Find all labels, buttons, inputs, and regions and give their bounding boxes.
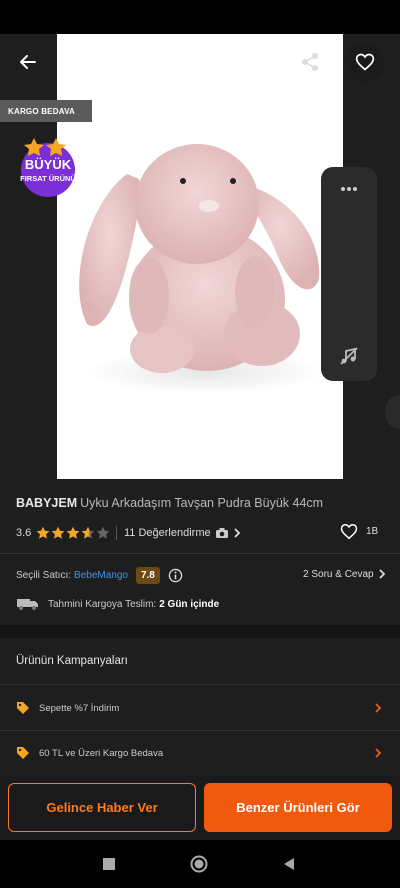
star-icon <box>51 526 65 539</box>
music-off-icon <box>340 347 358 365</box>
review-count: 11 Değerlendirme <box>124 527 211 539</box>
status-bar <box>0 0 400 34</box>
favorite-button[interactable] <box>345 42 385 82</box>
campaign-label: Sepette %7 İndirim <box>39 702 120 714</box>
big-deal-line2: FIRSAT ÜRÜNÜ <box>20 174 76 183</box>
tag-icon <box>17 702 29 714</box>
big-deal-badge: BÜYÜK FIRSAT ÜRÜNÜ <box>12 136 84 198</box>
campaign-item[interactable]: 60 TL ve Üzeri Kargo Bedava <box>0 731 400 775</box>
star-icon <box>81 526 95 539</box>
product-brand[interactable]: BABYJEM <box>16 496 77 510</box>
rating-divider <box>116 526 117 540</box>
square-icon <box>103 858 115 870</box>
music-off-button[interactable] <box>321 339 377 373</box>
heart-icon <box>340 523 358 540</box>
back-arrow-icon <box>20 55 36 69</box>
back-button[interactable] <box>8 42 48 82</box>
divider <box>0 553 400 554</box>
seller-score: 7.8 <box>135 566 160 584</box>
seller-row: Seçili Satıcı: BebeMango 7.8 <box>16 565 183 585</box>
rating-row[interactable]: 3.6 11 Değerlendirme <box>16 524 241 542</box>
info-icon[interactable] <box>168 568 183 583</box>
divider <box>0 684 400 685</box>
reviews-link[interactable]: 11 Değerlendirme <box>124 527 241 539</box>
share-button[interactable] <box>290 42 330 82</box>
product-name: Uyku Arkadaşım Tavşan Pudra Büyük 44cm <box>80 496 324 510</box>
camera-icon <box>215 528 228 538</box>
product-photo[interactable] <box>57 34 343 479</box>
chevron-right-icon <box>378 569 385 579</box>
star-icon <box>96 526 110 539</box>
circle-icon <box>190 855 208 873</box>
shipping-value: 2 Gün içinde <box>159 598 220 610</box>
product-info: BABYJEM Uyku Arkadaşım Tavşan Pudra Büyük… <box>0 479 400 625</box>
shipping-label: Tahmini Kargoya Teslim: <box>48 598 157 610</box>
campaign-item[interactable]: Sepette %7 İndirim <box>0 686 400 730</box>
triangle-back-icon <box>284 858 294 870</box>
home-button[interactable] <box>189 854 209 874</box>
product-title: BABYJEM Uyku Arkadaşım Tavşan Pudra Büyük… <box>16 496 386 510</box>
floating-side-panel[interactable] <box>321 167 377 381</box>
bunny-image <box>79 144 325 394</box>
more-icon <box>341 187 357 191</box>
qa-label: 2 Soru & Cevap <box>303 568 374 580</box>
heart-icon <box>355 53 375 71</box>
campaigns-section: Ürünün Kampanyaları Sepette %7 İndirim 6… <box>0 638 400 776</box>
shipping-row: Tahmini Kargoya Teslim: 2 Gün içinde <box>16 596 219 612</box>
seller-label: Seçili Satıcı: <box>16 569 72 581</box>
more-button[interactable] <box>321 173 377 205</box>
back-nav-button[interactable] <box>279 854 299 874</box>
truck-icon <box>17 599 38 610</box>
chevron-right-icon <box>233 528 240 538</box>
system-nav-bar <box>0 840 400 888</box>
notify-button[interactable]: Gelince Haber Ver <box>8 783 196 832</box>
rating-value: 3.6 <box>16 527 32 539</box>
action-footer: Gelince Haber Ver Benzer Ürünleri Gör <box>0 776 400 840</box>
tag-icon <box>17 747 29 759</box>
qa-link[interactable]: 2 Soru & Cevap <box>303 568 386 580</box>
campaigns-title: Ürünün Kampanyaları <box>16 655 128 667</box>
like-count: 1B <box>366 526 379 537</box>
big-deal-badge-graphic: BÜYÜK FIRSAT ÜRÜNÜ <box>20 138 76 197</box>
big-deal-line1: BÜYÜK <box>25 157 72 172</box>
rating-stars <box>36 526 110 540</box>
share-icon <box>302 53 318 71</box>
star-icon <box>66 526 80 539</box>
star-icon <box>36 526 50 539</box>
recents-button[interactable] <box>99 854 119 874</box>
free-shipping-badge: KARGO BEDAVA <box>0 100 92 122</box>
like-button[interactable]: 1B <box>340 523 378 540</box>
campaign-label: 60 TL ve Üzeri Kargo Bedava <box>39 747 164 759</box>
section-gap <box>0 625 400 638</box>
chevron-right-icon <box>375 748 382 758</box>
seller-name[interactable]: BebeMango <box>74 570 128 581</box>
similar-products-button[interactable]: Benzer Ürünleri Gör <box>204 783 392 832</box>
chevron-right-icon <box>375 703 382 713</box>
